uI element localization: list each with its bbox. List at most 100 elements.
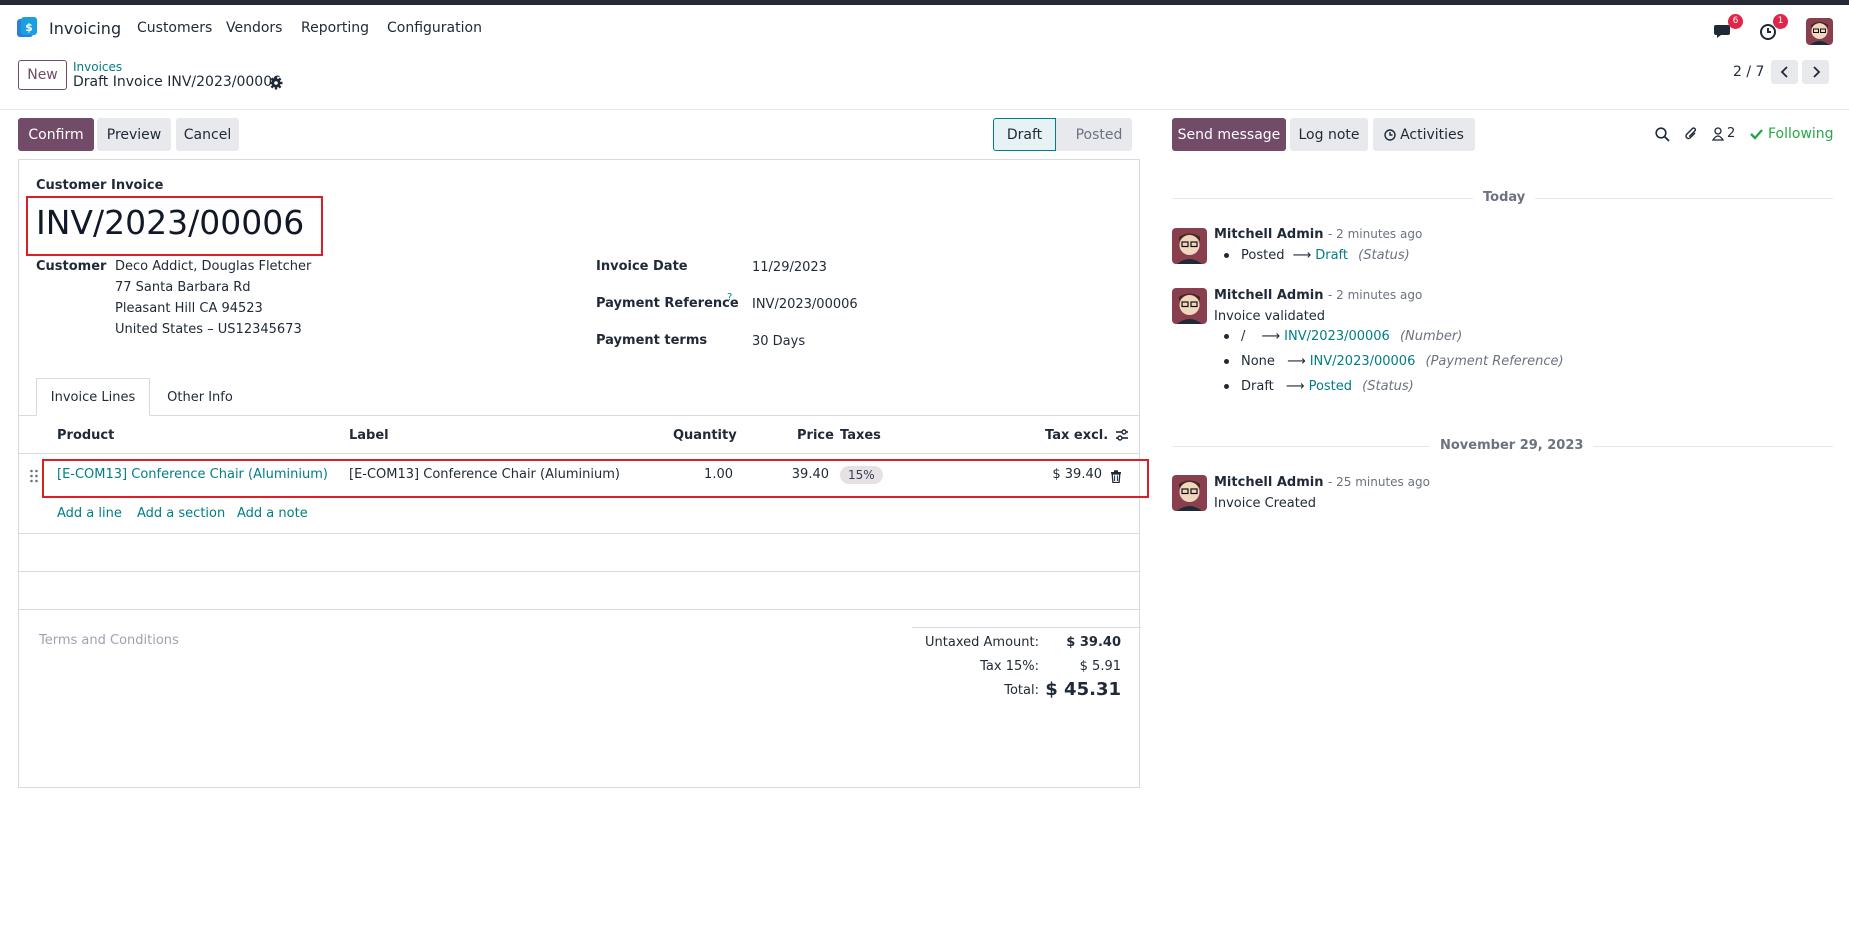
menu-customers[interactable]: Customers — [137, 20, 212, 36]
message-avatar[interactable] — [1172, 475, 1207, 511]
clock-icon — [1384, 128, 1396, 141]
payment-reference-help-icon[interactable]: ? — [727, 292, 732, 303]
column-product[interactable]: Product — [57, 428, 114, 443]
menu-reporting[interactable]: Reporting — [301, 20, 369, 36]
message-author[interactable]: Mitchell Admin - 25 minutes ago — [1214, 475, 1430, 490]
message-body: Invoice Created — [1214, 496, 1317, 511]
message-author-name[interactable]: Mitchell Admin — [1214, 475, 1323, 490]
total-value: $ 45.31 — [1045, 679, 1121, 700]
column-label[interactable]: Label — [349, 428, 389, 443]
activities-badge: 1 — [1773, 14, 1788, 29]
add-line-link[interactable]: Add a line — [57, 506, 122, 521]
message-body: Invoice validated — [1214, 309, 1326, 324]
status-bar: Draft Posted — [993, 118, 1132, 151]
column-taxes[interactable]: Taxes — [840, 428, 881, 443]
highlight-invoice-line — [42, 459, 1149, 498]
tracking-change: / ⟶ INV/2023/00006 (Number) — [1224, 329, 1462, 344]
preview-button[interactable]: Preview — [97, 118, 171, 151]
messages-badge: 6 — [1728, 14, 1743, 29]
gear-icon[interactable] — [269, 76, 283, 90]
menu-configuration[interactable]: Configuration — [387, 20, 482, 36]
tab-invoice-lines[interactable]: Invoice Lines — [36, 378, 150, 416]
invoicing-app-icon[interactable]: $ — [17, 17, 37, 37]
tracking-new-value: INV/2023/00006 — [1284, 329, 1390, 344]
customer-address-line2: Pleasant Hill CA 94523 — [115, 301, 263, 316]
cancel-button[interactable]: Cancel — [176, 118, 239, 151]
user-icon — [1712, 126, 1724, 141]
check-icon — [1750, 129, 1763, 140]
following-button[interactable]: Following — [1750, 126, 1834, 142]
document-type-label: Customer Invoice — [36, 178, 164, 193]
optional-columns-toggle-icon[interactable] — [1115, 428, 1129, 446]
add-note-link[interactable]: Add a note — [237, 506, 308, 521]
pager-value[interactable]: 2 / 7 — [1733, 64, 1764, 80]
customer-label: Customer — [36, 259, 107, 274]
tracking-change: None ⟶ INV/2023/00006 (Payment Reference) — [1224, 354, 1564, 369]
column-tax-excl[interactable]: Tax excl. — [1045, 428, 1108, 443]
empty-row-divider-1 — [19, 533, 1139, 534]
payment-terms-field[interactable]: 30 Days — [752, 334, 805, 349]
pager-previous-button[interactable] — [1771, 60, 1798, 84]
empty-row-divider-2 — [19, 571, 1139, 572]
payment-reference-field[interactable]: INV/2023/00006 — [752, 297, 858, 312]
untaxed-amount-label: Untaxed Amount: — [925, 635, 1039, 650]
control-panel: New Invoices Draft Invoice INV/2023/0000… — [0, 53, 1849, 110]
message-avatar[interactable] — [1172, 288, 1207, 324]
status-draft[interactable]: Draft — [993, 118, 1056, 151]
menu-vendors[interactable]: Vendors — [226, 20, 282, 36]
customer-address-line1: 77 Santa Barbara Rd — [115, 280, 251, 295]
new-button[interactable]: New — [18, 60, 67, 90]
app-name[interactable]: Invoicing — [49, 19, 121, 38]
tracking-old-value: None — [1241, 354, 1275, 369]
header-divider — [19, 453, 1139, 454]
add-section-link[interactable]: Add a section — [137, 506, 225, 521]
message-author[interactable]: Mitchell Admin - 2 minutes ago — [1214, 227, 1422, 242]
customer-name[interactable]: Deco Addict, Douglas Fletcher — [115, 259, 311, 274]
tracking-new-value: INV/2023/00006 — [1309, 354, 1416, 369]
message-author-name[interactable]: Mitchell Admin — [1214, 227, 1323, 242]
user-avatar[interactable] — [1806, 18, 1833, 45]
confirm-button[interactable]: Confirm — [18, 118, 94, 151]
message-author-name[interactable]: Mitchell Admin — [1214, 288, 1323, 303]
tab-other-info[interactable]: Other Info — [150, 378, 250, 416]
message-avatar[interactable] — [1172, 228, 1207, 264]
breadcrumb-invoices[interactable]: Invoices — [73, 60, 122, 74]
customer-address-line3: United States – US12345673 — [115, 322, 302, 337]
message-time: - 2 minutes ago — [1327, 227, 1423, 241]
tracking-field: (Status) — [1358, 248, 1410, 263]
tracking-field: (Payment Reference) — [1425, 354, 1564, 369]
date-separator-nov: November 29, 2023 — [1430, 438, 1594, 453]
invoice-date-field[interactable]: 11/29/2023 — [752, 260, 827, 275]
column-price[interactable]: Price — [797, 428, 834, 443]
paperclip-icon[interactable] — [1684, 126, 1699, 146]
activities-clock-icon[interactable]: 1 — [1758, 14, 1788, 42]
totals-divider — [912, 627, 1141, 628]
date-separator-today: Today — [1473, 190, 1536, 205]
status-posted[interactable]: Posted — [1056, 118, 1132, 151]
send-message-button[interactable]: Send message — [1172, 118, 1286, 151]
tracking-old-value: / — [1241, 329, 1246, 344]
message-time: - 25 minutes ago — [1327, 475, 1430, 489]
followers-button[interactable]: 2 — [1712, 126, 1735, 141]
invoice-date-label: Invoice Date — [596, 259, 688, 274]
main-navbar: $ Invoicing Customers Vendors Reporting … — [0, 5, 1849, 53]
breadcrumb-current: Draft Invoice INV/2023/00006 — [73, 74, 282, 90]
highlight-invoice-number — [26, 196, 323, 256]
activities-button[interactable]: Activities — [1373, 118, 1475, 151]
tracking-new-value: Draft — [1315, 248, 1349, 263]
column-quantity[interactable]: Quantity — [673, 428, 737, 443]
chevron-left-icon — [1780, 66, 1788, 78]
search-icon[interactable] — [1655, 127, 1670, 146]
messages-icon[interactable]: 6 — [1713, 14, 1743, 42]
followers-count: 2 — [1727, 126, 1736, 141]
terms-and-conditions-field[interactable]: Terms and Conditions — [39, 633, 179, 648]
pager-next-button[interactable] — [1802, 60, 1829, 84]
tracking-field: (Number) — [1399, 329, 1463, 344]
tax-label: Tax 15%: — [980, 659, 1039, 674]
invoice-form-sheet: Customer Invoice INV/2023/00006 Customer… — [18, 159, 1149, 788]
tracking-new-value: Posted — [1308, 379, 1353, 394]
log-note-button[interactable]: Log note — [1290, 118, 1368, 151]
activities-button-label: Activities — [1400, 126, 1464, 143]
message-author[interactable]: Mitchell Admin - 2 minutes ago — [1214, 288, 1422, 303]
drag-handle-icon[interactable] — [29, 469, 39, 487]
